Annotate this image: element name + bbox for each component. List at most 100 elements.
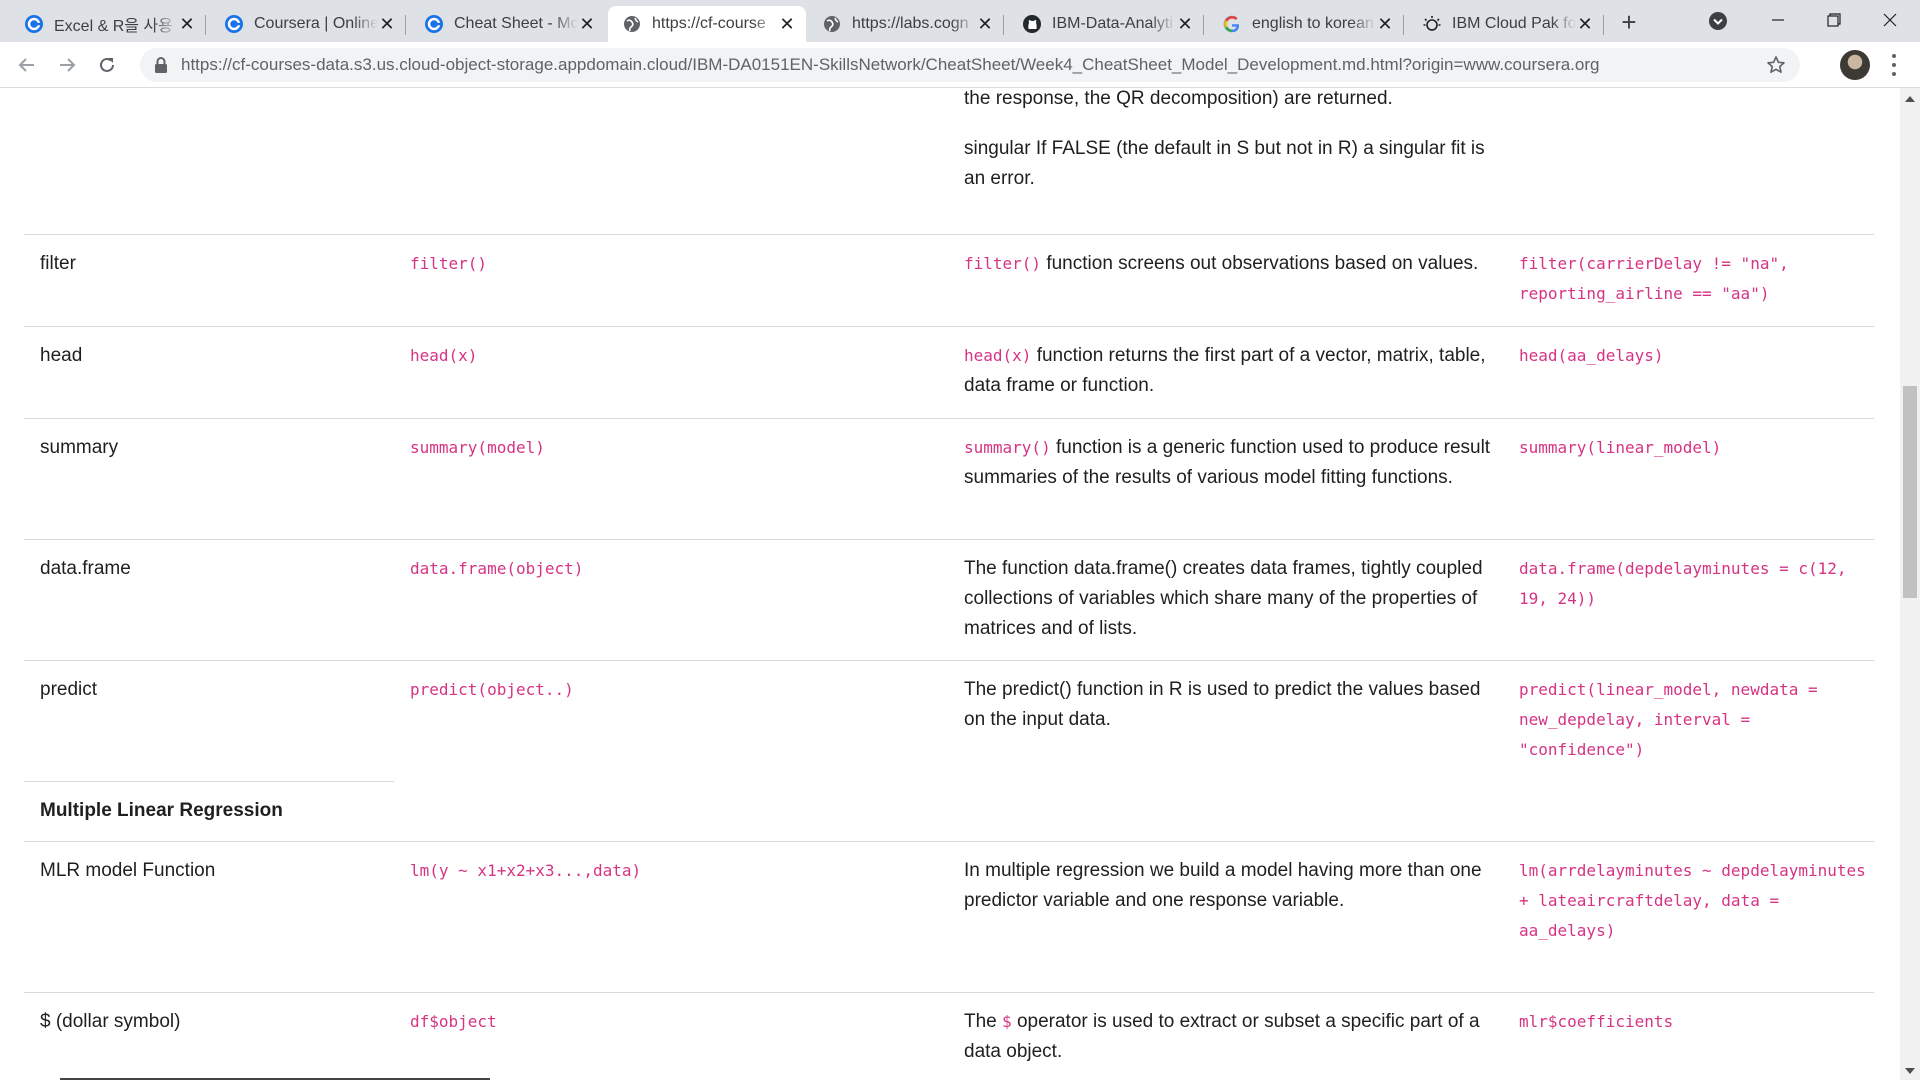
example-code: lm(arrdelayminutes ~ depdelayminutes + l… <box>1519 861 1866 940</box>
description: head(x) function returns the first part … <box>964 341 1504 401</box>
chrome-google-icon <box>424 14 444 34</box>
tab-title: https://cf-course <box>652 15 766 32</box>
lock-icon[interactable] <box>154 57 168 73</box>
chrome-google-icon <box>224 14 244 34</box>
tab-title: english to korean <box>1252 15 1374 32</box>
close-tab-icon[interactable]: ✕ <box>976 14 994 35</box>
scroll-up-icon[interactable] <box>1905 96 1915 102</box>
chrome-google-icon <box>24 14 44 34</box>
forward-arrow-icon[interactable] <box>52 50 82 80</box>
tab-title: https://labs.cogn <box>852 15 969 32</box>
function-name: summary <box>40 437 119 458</box>
description-text: The function data.frame() creates data f… <box>964 558 1483 639</box>
description-text: The predict() function in R is used to p… <box>964 679 1481 730</box>
function-name: head <box>40 345 83 366</box>
close-window-icon[interactable] <box>1862 0 1918 40</box>
vertical-scrollbar[interactable] <box>1900 88 1920 1080</box>
syntax-code: head(x) <box>410 346 478 365</box>
section-title: Multiple Linear Regression <box>40 800 283 821</box>
example-code: data.frame(depdelayminutes = c(12, 19, 2… <box>1519 559 1847 608</box>
table-row: data.frame data.frame(object) The functi… <box>24 539 1874 661</box>
table-row: MLR model Function lm(y ~ x1+x2+x3...,da… <box>24 841 1874 993</box>
close-tab-icon[interactable]: ✕ <box>778 14 796 35</box>
tab-title: Excel & R을 사용 <box>54 18 173 35</box>
url-text: https://cf-courses-data.s3.us.cloud-obje… <box>181 55 1600 74</box>
close-tab-icon[interactable]: ✕ <box>1176 14 1194 35</box>
previous-row-description: the response, the QR decomposition) are … <box>964 88 1504 194</box>
description: summary() function is a generic function… <box>964 433 1504 493</box>
browser-menu-icon[interactable] <box>1884 52 1904 78</box>
description-text: function returns the first part of a vec… <box>964 345 1486 396</box>
ibm-cloud-pak-icon <box>1422 14 1442 34</box>
description-text: singular If FALSE (the default in S but … <box>964 138 1485 189</box>
tab-labs-cognitive[interactable]: https://labs.cogn ✕ <box>808 6 1004 42</box>
description-text: operator is used to extract or subset a … <box>964 1011 1480 1062</box>
google-g-icon <box>1222 14 1242 34</box>
function-name: predict <box>40 679 98 700</box>
example-code: summary(linear_model) <box>1519 438 1722 457</box>
example-code: filter(carrierDelay != "na", reporting_a… <box>1519 254 1789 303</box>
function-name: $ (dollar symbol) <box>40 1011 181 1032</box>
tab-title: IBM-Data-Analyti <box>1052 15 1173 32</box>
tab-github[interactable]: IBM-Data-Analyti ✕ <box>1008 6 1204 42</box>
tab-cf-courses-active[interactable]: https://cf-course ✕ <box>608 6 806 42</box>
back-arrow-icon[interactable] <box>12 50 42 80</box>
syntax-code: lm(y ~ x1+x2+x3...,data) <box>410 861 642 880</box>
close-tab-icon[interactable]: ✕ <box>178 14 196 35</box>
tab-coursera[interactable]: Coursera | Online ✕ <box>210 6 406 42</box>
example-code: head(aa_delays) <box>1519 346 1664 365</box>
scrollbar-thumb[interactable] <box>1903 386 1917 598</box>
page-viewport: the response, the QR decomposition) are … <box>0 88 1900 1080</box>
close-tab-icon[interactable]: ✕ <box>378 14 396 35</box>
example-code: predict(linear_model, newdata = new_depd… <box>1519 680 1818 759</box>
description: In multiple regression we build a model … <box>964 856 1504 916</box>
inline-code: $ <box>1002 1012 1012 1031</box>
tab-title: Coursera | Online <box>254 15 378 32</box>
syntax-code: filter() <box>410 254 488 273</box>
syntax-code: data.frame(object) <box>410 559 584 578</box>
github-icon <box>1022 14 1042 34</box>
tab-search-icon[interactable] <box>1708 11 1728 31</box>
table-row: head head(x) head(x) function returns th… <box>24 326 1874 419</box>
description: The predict() function in R is used to p… <box>964 675 1504 735</box>
inline-code: summary() <box>964 438 1051 457</box>
tab-strip: Excel & R을 사용 ✕ Coursera | Online ✕ Chea… <box>0 0 1920 42</box>
scroll-down-icon[interactable] <box>1905 1068 1915 1074</box>
tab-title: IBM Cloud Pak fo <box>1452 15 1576 32</box>
tab-title: Cheat Sheet - Mc <box>454 15 578 32</box>
tab-cheat-sheet[interactable]: Cheat Sheet - Mc ✕ <box>410 6 606 42</box>
example-code: mlr$coefficients <box>1519 1012 1674 1031</box>
table-row: predict predict(object..) The predict() … <box>24 660 1874 782</box>
description: The $ operator is used to extract or sub… <box>964 1007 1504 1067</box>
description: The function data.frame() creates data f… <box>964 554 1504 644</box>
bookmark-star-icon[interactable] <box>1766 55 1786 75</box>
syntax-code: summary(model) <box>410 438 545 457</box>
close-tab-icon[interactable]: ✕ <box>1576 14 1594 35</box>
reload-icon[interactable] <box>92 50 122 80</box>
tab-ibm-cloud-pak[interactable]: IBM Cloud Pak fo ✕ <box>1408 6 1604 42</box>
description: filter() function screens out observatio… <box>964 249 1504 279</box>
address-bar[interactable]: https://cf-courses-data.s3.us.cloud-obje… <box>140 48 1800 82</box>
tab-google-translate[interactable]: english to korean ✕ <box>1208 6 1404 42</box>
close-tab-icon[interactable]: ✕ <box>1376 14 1394 35</box>
inline-code: head(x) <box>964 346 1032 365</box>
close-tab-icon[interactable]: ✕ <box>578 14 596 35</box>
inline-code: filter() <box>964 254 1042 273</box>
function-name: filter <box>40 253 76 274</box>
globe-icon <box>622 14 642 34</box>
profile-avatar[interactable] <box>1840 50 1870 80</box>
table-row: summary summary(model) summary() functio… <box>24 418 1874 540</box>
globe-icon <box>822 14 842 34</box>
restore-icon[interactable] <box>1806 0 1862 40</box>
tab-excel-r[interactable]: Excel & R을 사용 ✕ <box>10 6 206 42</box>
syntax-code: predict(object..) <box>410 680 574 699</box>
description-text: The <box>964 1011 1003 1032</box>
minimize-icon[interactable] <box>1750 0 1806 40</box>
function-name: MLR model Function <box>40 860 216 881</box>
function-name: data.frame <box>40 558 131 579</box>
description-text: In multiple regression we build a model … <box>964 860 1482 911</box>
section-header-row: Multiple Linear Regression <box>24 781 394 842</box>
browser-toolbar: https://cf-courses-data.s3.us.cloud-obje… <box>0 42 1920 88</box>
new-tab-button[interactable]: + <box>1614 8 1644 38</box>
syntax-code: df$object <box>410 1012 497 1031</box>
